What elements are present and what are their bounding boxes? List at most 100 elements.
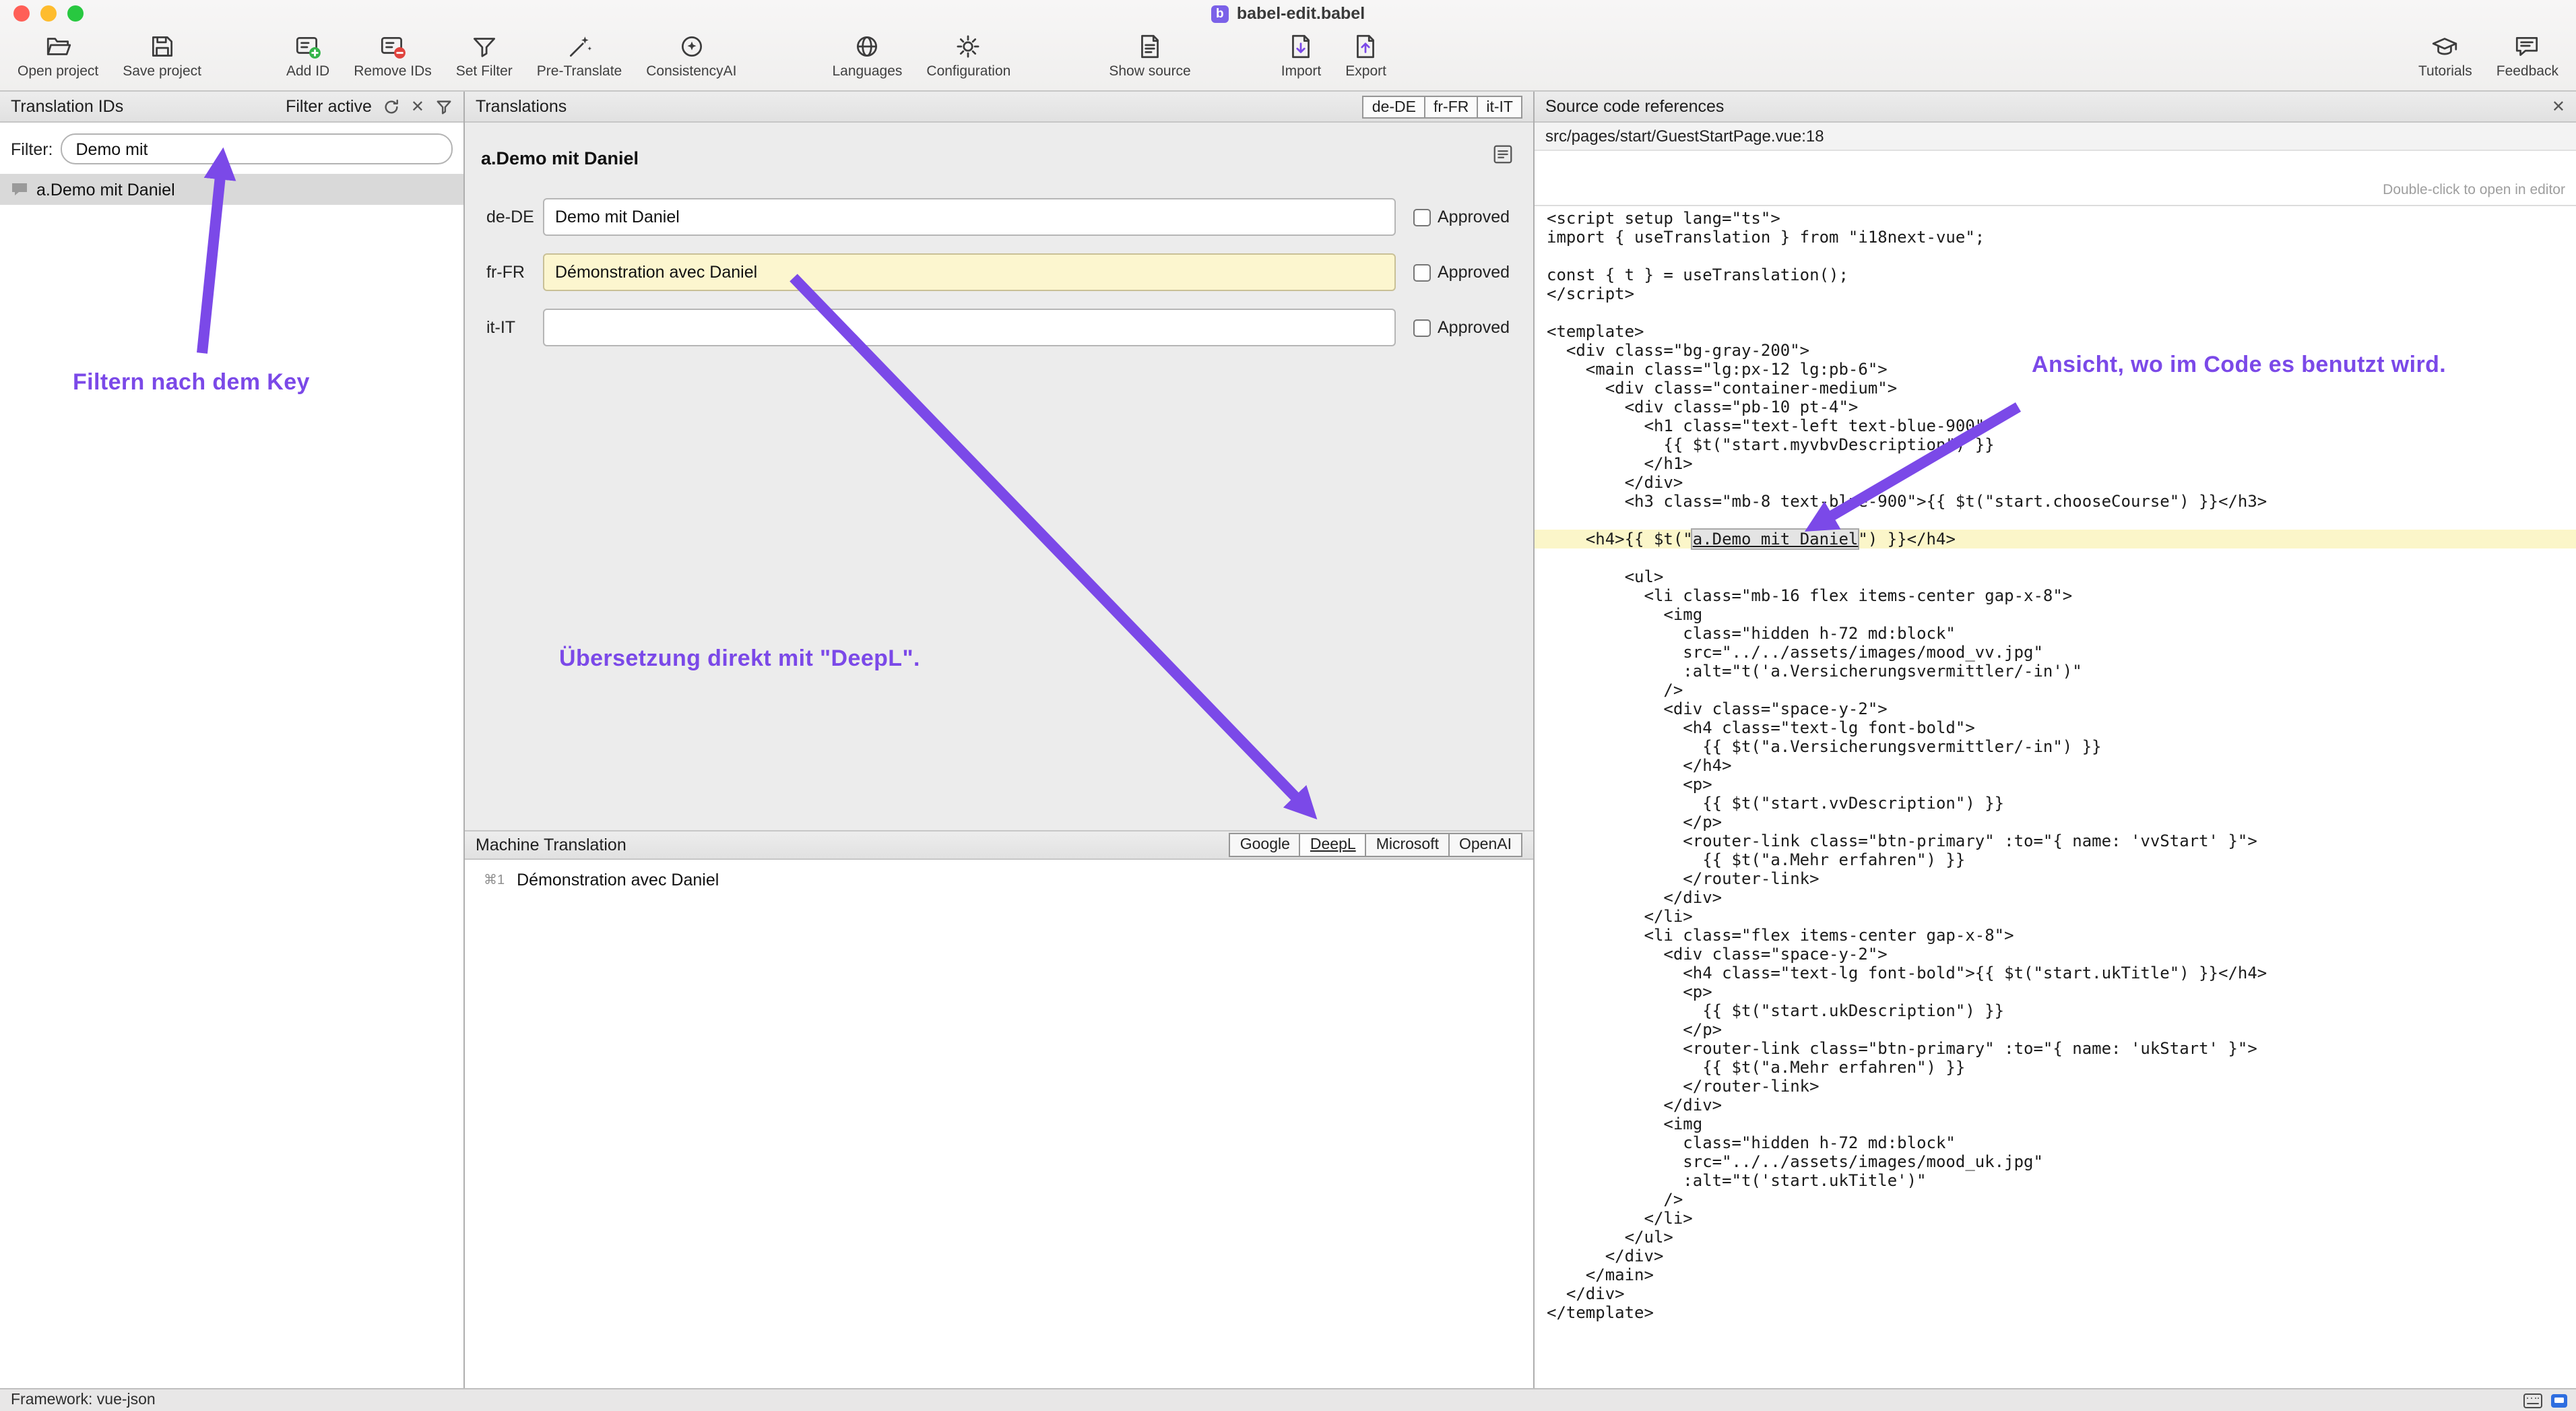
code-line: <li class="mb-16 flex items-center gap-x… xyxy=(1535,586,2576,605)
code-line: {{ $t("a.Mehr erfahren") }} xyxy=(1535,850,2576,869)
code-line: <img xyxy=(1535,605,2576,624)
code-line: <div class="space-y-2"> xyxy=(1535,699,2576,718)
source-reference-row[interactable]: src/pages/start/GuestStartPage.vue:18 xyxy=(1535,123,2576,151)
tab-google[interactable]: Google xyxy=(1229,833,1301,857)
export-button[interactable]: Export xyxy=(1334,30,1397,80)
translation-input-it[interactable] xyxy=(543,309,1396,346)
code-line: </div> xyxy=(1535,473,2576,492)
code-line: {{ $t("start.ukDescription") }} xyxy=(1535,1001,2576,1020)
show-source-button[interactable]: Show source xyxy=(1098,30,1201,80)
add-id-icon xyxy=(294,30,322,62)
configuration-button[interactable]: Configuration xyxy=(915,30,1021,80)
code-line xyxy=(1535,548,2576,567)
entry-comment-icon[interactable] xyxy=(1491,143,1514,173)
app-icon: b xyxy=(1211,5,1229,22)
translations-body: a.Demo mit Daniel de-DE Approved fr-FR xyxy=(465,123,1533,832)
code-line xyxy=(1535,303,2576,322)
comment-bubble-icon xyxy=(11,182,28,197)
code-line: </template> xyxy=(1535,1303,2576,1322)
tab-openai[interactable]: OpenAI xyxy=(1448,833,1522,857)
translation-ids-panel: Translation IDs Filter active ✕ Filter: … xyxy=(0,92,465,1388)
tutorials-button[interactable]: Tutorials xyxy=(2408,30,2483,80)
display-icon[interactable] xyxy=(2550,1393,2568,1408)
lang-label-it: it-IT xyxy=(486,318,543,337)
set-filter-button[interactable]: Set Filter xyxy=(445,30,523,80)
pre-translate-button[interactable]: Pre-Translate xyxy=(526,30,633,80)
language-tabs: de-DE fr-FR it-IT xyxy=(1364,95,1522,118)
approved-label-de: Approved xyxy=(1438,208,1510,226)
tab-deepl[interactable]: DeepL xyxy=(1299,833,1367,857)
translation-ids-header: Translation IDs Filter active ✕ xyxy=(0,92,463,123)
status-bar: Framework: vue-json xyxy=(0,1388,2576,1411)
entry-title: a.Demo mit Daniel xyxy=(481,148,1533,168)
code-lines: <script setup lang="ts">import { useTran… xyxy=(1535,206,2576,1388)
open-project-icon xyxy=(44,30,72,62)
code-line: <router-link class="btn-primary" :to="{ … xyxy=(1535,832,2576,850)
code-line: <img xyxy=(1535,1115,2576,1133)
code-line: <li class="flex items-center gap-x-8"> xyxy=(1535,926,2576,945)
approved-checkbox-fr[interactable] xyxy=(1413,263,1431,281)
feedback-button[interactable]: Feedback xyxy=(2486,30,2569,80)
code-line: </h4> xyxy=(1535,756,2576,775)
code-line: src="../../assets/images/mood_vv.jpg" xyxy=(1535,643,2576,662)
code-line: <h4 class="text-lg font-bold"> xyxy=(1535,718,2576,737)
save-project-button[interactable]: Save project xyxy=(112,30,212,80)
close-panel-icon[interactable]: ✕ xyxy=(2552,98,2565,115)
approved-checkbox-de[interactable] xyxy=(1413,208,1431,226)
consistency-ai-button[interactable]: ConsistencyAI xyxy=(635,30,747,80)
translations-header: Translations de-DE fr-FR it-IT xyxy=(465,92,1533,123)
tab-it-IT[interactable]: it-IT xyxy=(1477,95,1522,118)
open-project-button[interactable]: Open project xyxy=(7,30,109,80)
translation-row-de: de-DE Approved xyxy=(465,198,1533,236)
filter-input[interactable] xyxy=(61,133,453,164)
import-button[interactable]: Import xyxy=(1270,30,1332,80)
refresh-icon[interactable] xyxy=(383,98,400,115)
machine-translation-header: Machine Translation Google DeepL Microso… xyxy=(465,832,1533,860)
code-line: <template> xyxy=(1535,322,2576,341)
framework-label: Framework: vue-json xyxy=(11,1392,156,1408)
translation-input-fr[interactable] xyxy=(543,253,1396,291)
titlebar: b babel-edit.babel xyxy=(0,0,2576,27)
code-line: const { t } = useTranslation(); xyxy=(1535,265,2576,284)
code-line: <h1 class="text-left text-blue-900"> xyxy=(1535,416,2576,435)
code-line: <div class="space-y-2"> xyxy=(1535,945,2576,964)
translation-id-list-item[interactable]: a.Demo mit Daniel xyxy=(0,174,463,205)
keyboard-icon[interactable] xyxy=(2523,1393,2542,1408)
top-chrome: b babel-edit.babel Open project Save pro… xyxy=(0,0,2576,92)
code-line: {{ $t("start.myvbvDescription") }} xyxy=(1535,435,2576,454)
machine-translation-suggestion[interactable]: ⌘1 Démonstration avec Daniel xyxy=(465,860,1533,889)
clear-filter-icon[interactable]: ✕ xyxy=(411,98,424,115)
code-line: </h1> xyxy=(1535,454,2576,473)
translation-ids-title: Translation IDs xyxy=(11,97,123,116)
code-line: <h3 class="mb-8 text-blue-900">{{ $t("st… xyxy=(1535,492,2576,511)
code-line: <div class="container-medium"> xyxy=(1535,379,2576,398)
approved-checkbox-it[interactable] xyxy=(1413,319,1431,336)
filter-funnel-icon[interactable] xyxy=(435,98,453,115)
tab-fr-FR[interactable]: fr-FR xyxy=(1424,95,1478,118)
filter-active-label: Filter active xyxy=(286,97,372,116)
code-line: </p> xyxy=(1535,813,2576,832)
source-annotation-note: Ansicht, wo im Code es benutzt wird. xyxy=(2032,352,2446,379)
suggestion-text: Démonstration avec Daniel xyxy=(517,871,719,889)
add-id-button[interactable]: Add ID xyxy=(276,30,340,80)
machine-translation-body: ⌘1 Démonstration avec Daniel xyxy=(465,860,1533,1388)
code-line: </div> xyxy=(1535,1247,2576,1265)
code-line: </main> xyxy=(1535,1265,2576,1284)
deepl-annotation-note: Übersetzung direkt mit "DeepL". xyxy=(559,646,920,672)
source-code-header: Source code references ✕ xyxy=(1535,92,2576,123)
approved-label-it: Approved xyxy=(1438,318,1510,337)
translation-input-de[interactable] xyxy=(543,198,1396,236)
code-line: <script setup lang="ts"> xyxy=(1535,209,2576,228)
code-line: </div> xyxy=(1535,888,2576,907)
window-title-text: babel-edit.babel xyxy=(1237,4,1365,23)
remove-ids-button[interactable]: Remove IDs xyxy=(343,30,443,80)
source-code-panel: Source code references ✕ src/pages/start… xyxy=(1535,92,2576,1388)
tab-microsoft[interactable]: Microsoft xyxy=(1365,833,1450,857)
show-source-icon xyxy=(1136,30,1164,62)
feedback-icon xyxy=(2513,30,2542,62)
code-line: </router-link> xyxy=(1535,869,2576,888)
tab-de-DE[interactable]: de-DE xyxy=(1363,95,1425,118)
languages-button[interactable]: Languages xyxy=(821,30,913,80)
code-line: <h4 class="text-lg font-bold">{{ $t("sta… xyxy=(1535,964,2576,982)
code-line: class="hidden h-72 md:block" xyxy=(1535,624,2576,643)
